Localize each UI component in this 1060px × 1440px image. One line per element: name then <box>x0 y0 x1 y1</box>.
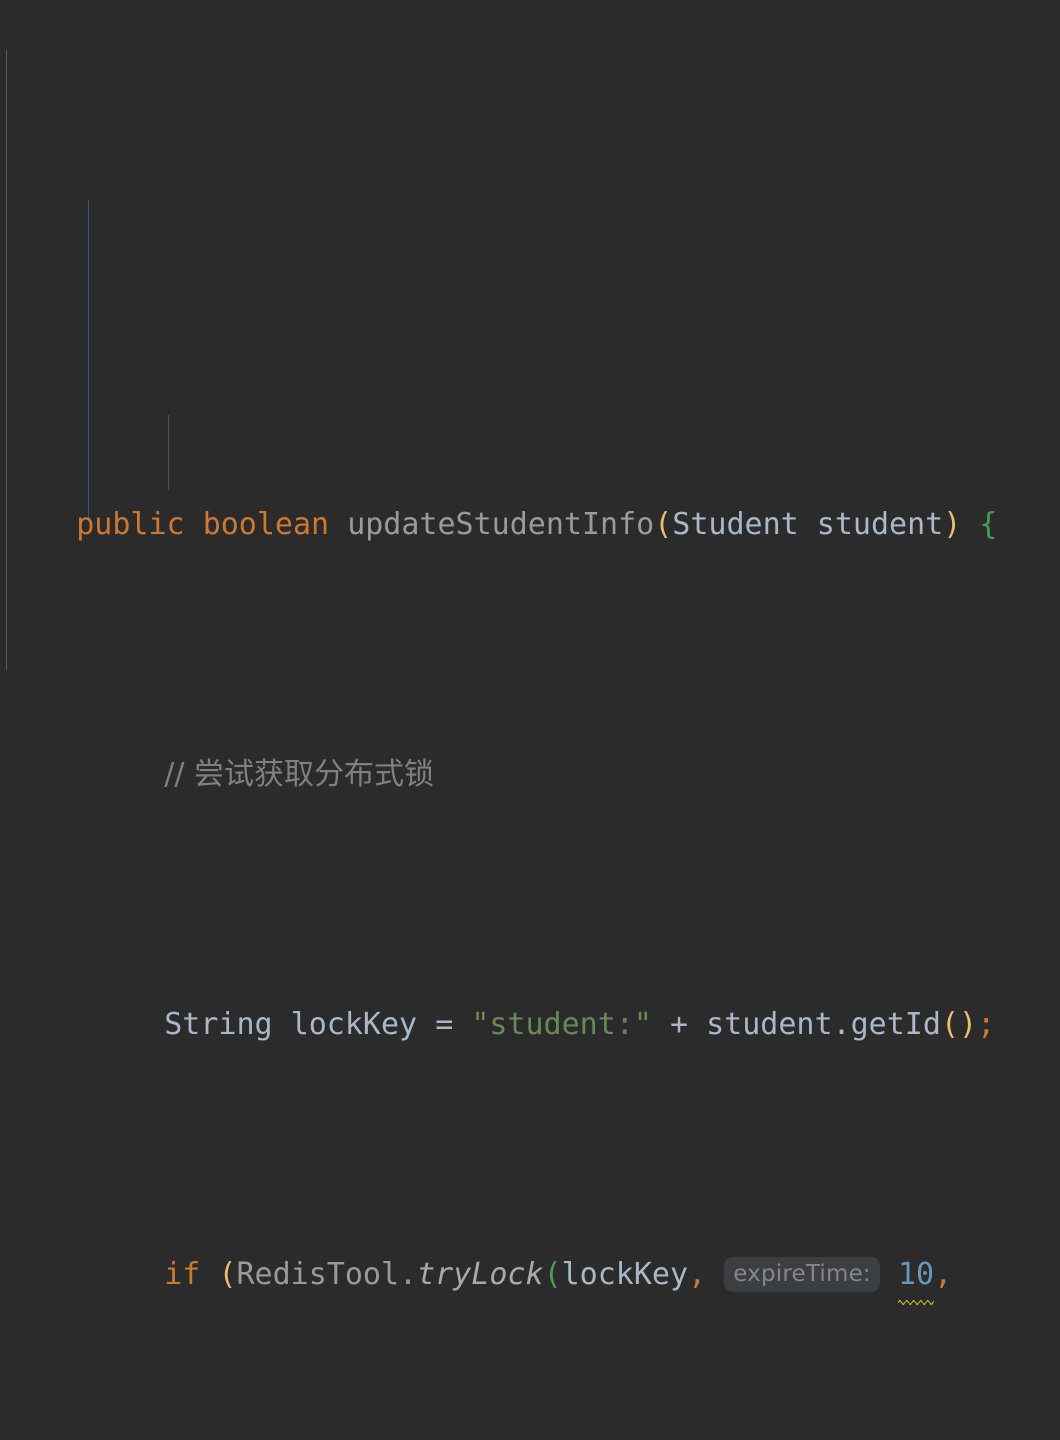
code-line-4[interactable]: if (RedisTool.tryLock(lockKey, expireTim… <box>0 1200 1060 1305</box>
code-line-3[interactable]: String lockKey = "student:" + student.ge… <box>0 950 1060 1042</box>
bracket-paren-outer-open: ( <box>218 1257 237 1292</box>
type-string: String <box>164 1007 273 1042</box>
operator-concat: + <box>651 1007 707 1042</box>
warning-squiggle-expiretime: 10 <box>897 1250 935 1305</box>
bracket-paren-inner-open: ( <box>543 1257 562 1292</box>
bracket-paren-close: ) <box>943 507 962 542</box>
class-redistool: RedisTool. <box>236 1257 418 1292</box>
method-trylock: tryLock <box>417 1257 544 1292</box>
code-editor[interactable]: public boolean updateStudentInfo(Student… <box>0 0 1060 1305</box>
code-line-1[interactable]: public boolean updateStudentInfo(Student… <box>0 450 1060 542</box>
semicolon: ; <box>977 1007 996 1042</box>
argument-lockkey: lockKey <box>561 1257 689 1292</box>
bracket-paren-open: ( <box>940 1007 959 1042</box>
number-literal-10: 10 <box>897 1257 935 1292</box>
bracket-paren-open: ( <box>654 507 673 542</box>
comma: , <box>688 1257 707 1292</box>
keyword-boolean: boolean <box>202 507 330 542</box>
parameter-type: Student <box>672 507 799 542</box>
keyword-if: if <box>164 1257 201 1292</box>
comment-try-acquire-lock: // 尝试获取分布式锁 <box>164 757 435 792</box>
comma: , <box>934 1257 953 1292</box>
operator-assign: = <box>435 1007 454 1042</box>
parameter-name: student <box>816 507 944 542</box>
call-student-getid: student.getId <box>706 1007 941 1042</box>
bracket-paren-close: ) <box>959 1007 978 1042</box>
bracket-brace-open: { <box>979 507 998 542</box>
inlay-hint-expiretime[interactable]: expireTime: <box>724 1257 880 1292</box>
variable-lockkey: lockKey <box>290 1007 418 1042</box>
method-declaration-name: updateStudentInfo <box>347 507 655 542</box>
keyword-public: public <box>76 507 185 542</box>
string-literal-student-prefix: "student:" <box>471 1007 652 1042</box>
code-line-2[interactable]: // 尝试获取分布式锁 <box>0 700 1060 792</box>
